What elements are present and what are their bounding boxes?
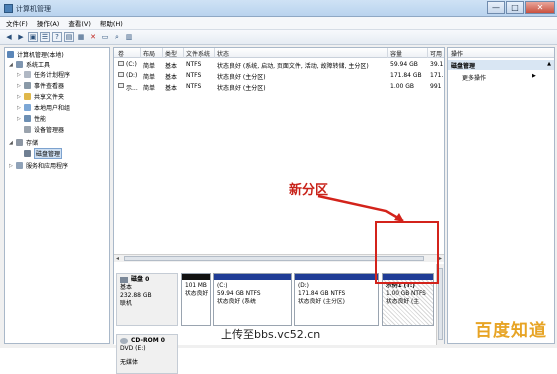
table-row[interactable]: (D:) 简单 基本 NTFS 状态良好 (主分区) 171.84 GB 171… [114,70,444,81]
volume-icon [118,83,124,88]
column-capacity[interactable]: 容量 [390,49,402,58]
annotation-label: 新分区 [289,183,329,198]
clock-icon [24,71,31,78]
help-icon[interactable]: ? [52,32,62,42]
event-icon [24,82,31,89]
column-filesystem[interactable]: 文件系统 [186,49,210,58]
tree-item-device-manager[interactable]: 设备管理器 [24,125,64,134]
computer-icon [7,51,14,58]
volume-icon [118,72,124,77]
title-bar[interactable]: 计算机管理 — □ ✕ [0,0,557,17]
folder-icon [24,93,31,100]
expand-icon[interactable]: ▷ [17,105,24,111]
up-icon[interactable]: ▣ [28,32,38,42]
volume-icon [118,61,124,66]
format-icon[interactable]: ▥ [124,32,134,42]
collapse-up-icon[interactable]: ▲ [547,61,551,67]
tree-root[interactable]: 计算机管理(本地) [7,50,64,59]
window-title: 计算机管理 [16,5,51,13]
app-icon [4,4,13,13]
view-icon[interactable]: ▦ [76,32,86,42]
baidu-zhidao-logo: 百度知道 [475,321,547,341]
minimize-button[interactable]: — [487,1,505,14]
collapse-icon[interactable]: ◢ [9,62,16,68]
services-icon [16,162,23,169]
tree-storage[interactable]: ◢ 存储 [9,138,38,147]
menu-action[interactable]: 操作(A) [37,18,60,28]
more-actions-link[interactable]: 更多操作 ▶ [462,73,536,82]
tree-item-performance[interactable]: ▷ 性能 [17,114,46,123]
tree-system-tools[interactable]: ◢ 系统工具 [9,60,50,69]
menu-bar: 文件(F) 操作(A) 查看(V) 帮助(H) [0,17,557,30]
open-icon[interactable]: ▭ [100,32,110,42]
collapse-icon[interactable]: ◢ [9,140,16,146]
users-icon [24,104,31,111]
disk-icon [24,150,31,157]
menu-help[interactable]: 帮助(H) [100,18,123,28]
navigation-tree: 计算机管理(本地) ◢ 系统工具 ▷ 任务计划程序 ▷ 事件查看器 ▷ 共享文件… [4,47,110,344]
expand-icon[interactable]: ▷ [9,163,16,169]
tree-services-apps[interactable]: ▷ 服务和应用程序 [9,161,68,170]
cdrom-icon [120,338,128,344]
cdrom-0-label[interactable]: CD-ROM 0 DVD (E:) 无媒体 [116,334,178,374]
column-status[interactable]: 状态 [217,49,229,58]
expand-icon[interactable]: ▷ [17,116,24,122]
column-layout[interactable]: 布局 [143,49,155,58]
tools-icon [16,61,23,68]
column-volume[interactable]: 卷 [118,49,124,58]
expand-icon[interactable]: ▷ [17,83,24,89]
tree-item-local-users[interactable]: ▷ 本地用户和组 [17,103,70,112]
computer-management-window: 计算机管理 — □ ✕ 文件(F) 操作(A) 查看(V) 帮助(H) ◀ ▶ … [0,0,557,374]
scroll-right-icon[interactable]: ▸ [439,255,442,262]
tree-item-task-scheduler[interactable]: ▷ 任务计划程序 [17,70,70,79]
tree-disk-management[interactable]: 磁盘管理 [24,148,63,159]
table-row[interactable]: (C:) 简单 基本 NTFS 状态良好 (系统, 启动, 页面文件, 活动, … [114,59,444,70]
expand-icon[interactable]: ▷ [17,72,24,78]
actions-pane: 操作 磁盘管理 ▲ 更多操作 ▶ [447,47,555,344]
submenu-arrow-icon: ▶ [532,73,536,79]
menu-view[interactable]: 查看(V) [68,18,91,28]
list-icon[interactable]: ☰ [40,32,50,42]
scroll-left-icon[interactable]: ◂ [116,255,119,262]
disk-management-panel: 卷 布局 类型 文件系统 状态 容量 可用 (C:) 简单 基本 NTFS 状态… [113,47,445,374]
storage-icon [16,139,23,146]
back-icon[interactable]: ◀ [4,32,14,42]
tree-item-event-viewer[interactable]: ▷ 事件查看器 [17,81,64,90]
upload-watermark: 上传至bbs.vc52.cn [221,328,321,341]
partition-c[interactable]: (C:) 59.94 GB NTFS 状态良好 (系统 [213,273,292,326]
maximize-button[interactable]: □ [506,1,524,14]
menu-file[interactable]: 文件(F) [6,18,28,28]
volume-list-header: 卷 布局 类型 文件系统 状态 容量 可用 [114,48,444,58]
partition-system-reserved[interactable]: 101 MB 状态良好 [181,273,211,326]
hard-disk-icon [120,277,128,283]
toolbar: ◀ ▶ ▣ ☰ ? ▤ ▦ ✕ ▭ ⌕ ▥ [0,30,557,45]
table-row[interactable]: 示... 简单 基本 NTFS 状态良好 (主分区) 1.00 GB 991 [114,81,444,92]
actions-header: 操作 [448,48,554,58]
close-button[interactable]: ✕ [525,1,555,14]
device-icon [24,126,31,133]
forward-icon[interactable]: ▶ [16,32,26,42]
window-controls: — □ ✕ [486,1,555,14]
expand-icon[interactable]: ▷ [17,94,24,100]
search-icon[interactable]: ⌕ [112,32,122,42]
disk-0-label[interactable]: 磁盘 0 基本 232.88 GB 联机 [116,273,178,326]
annotation-highlight-box [375,221,439,284]
delete-icon[interactable]: ✕ [88,32,98,42]
actions-group-disk-management[interactable]: 磁盘管理 ▲ [448,60,554,70]
partition-d[interactable]: (D:) 171.84 GB NTFS 状态良好 (主分区) [294,273,379,326]
column-free[interactable]: 可用 [430,49,442,58]
tree-item-shared-folders[interactable]: ▷ 共享文件夹 [17,92,64,101]
properties-icon[interactable]: ▤ [64,32,74,42]
column-type[interactable]: 类型 [165,49,177,58]
performance-icon [24,115,31,122]
